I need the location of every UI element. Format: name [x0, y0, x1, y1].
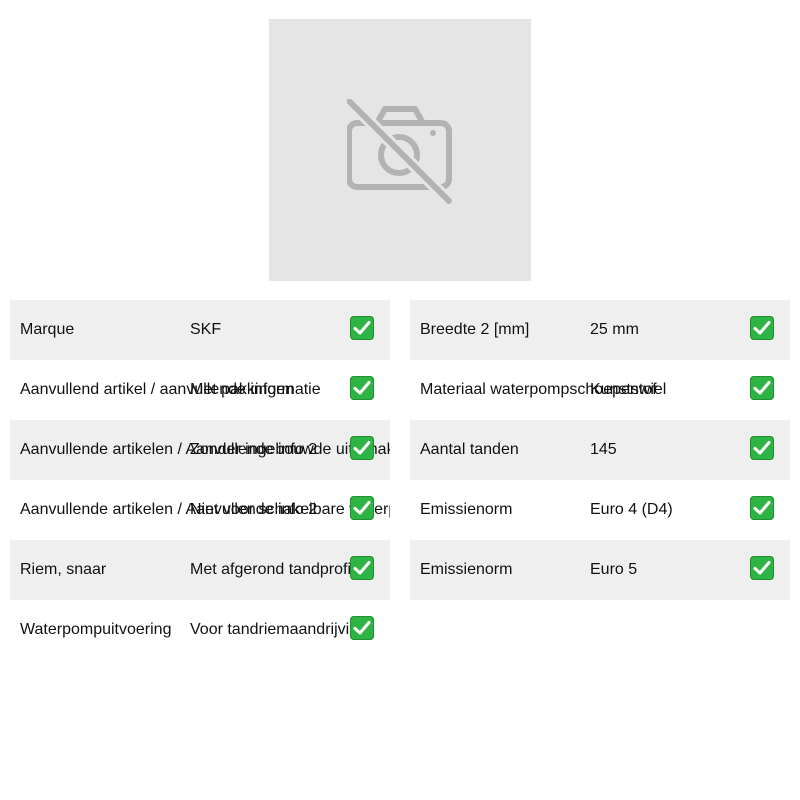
product-image-placeholder: [269, 19, 531, 281]
spec-label: Waterpompuitvoering: [20, 621, 172, 638]
spec-label: Breedte 2 [mm]: [420, 321, 530, 338]
spec-row: Riem, snaar Met afgerond tandprofiel: [10, 540, 390, 600]
spec-row: Emissienorm Euro 4 (D4): [410, 480, 790, 540]
check-mark-icon: [350, 436, 374, 460]
check-mark-icon: [750, 496, 774, 520]
spec-row: Emissienorm Euro 5: [410, 540, 790, 600]
spec-value: SKF: [190, 321, 222, 338]
spec-label: Riem, snaar: [20, 561, 107, 578]
spec-row: Aantal tanden 145: [410, 420, 790, 480]
spec-row: Waterpompuitvoering Voor tandriemaandrij…: [10, 600, 390, 660]
spec-value: Euro 4 (D4): [590, 501, 673, 518]
check-mark-icon: [350, 316, 374, 340]
check-mark-icon: [750, 376, 774, 400]
product-spec-page: Marque SKF Aanvullend artikel / aanvulle…: [0, 0, 800, 800]
spec-value: Met pakkingen: [190, 381, 295, 398]
check-mark-icon: [350, 376, 374, 400]
spec-label: Emissienorm: [420, 561, 513, 578]
spec-row: Aanvullend artikel / aanvullende informa…: [10, 360, 390, 420]
spec-value: 145: [590, 441, 617, 458]
check-mark-icon: [350, 496, 374, 520]
check-mark-icon: [750, 316, 774, 340]
spec-value: Voor tandriemaandrijving: [190, 621, 367, 638]
spec-value: 25 mm: [590, 321, 639, 338]
check-mark-icon: [350, 616, 374, 640]
spec-label: Aantal tanden: [420, 441, 519, 458]
check-mark-icon: [350, 556, 374, 580]
spec-row: Aanvullende artikelen / Aanvullende info…: [10, 480, 390, 540]
spec-row: Aanvullende artikelen / Aanvullende info…: [10, 420, 390, 480]
specs-table-left: Marque SKF Aanvullend artikel / aanvulle…: [10, 300, 390, 660]
spec-value: Euro 5: [590, 561, 638, 578]
spec-value: Met afgerond tandprofiel: [190, 561, 364, 578]
check-mark-icon: [750, 556, 774, 580]
spec-value: Kunststof: [590, 381, 657, 398]
spec-row: Materiaal waterpompschoepenwiel Kunststo…: [410, 360, 790, 420]
spec-label: Emissienorm: [420, 501, 513, 518]
spec-row: Breedte 2 [mm] 25 mm: [410, 300, 790, 360]
specs-table-right: Breedte 2 [mm] 25 mm Materiaal waterpomp…: [410, 300, 790, 600]
spec-label: Marque: [20, 321, 75, 338]
spec-row: Marque SKF: [10, 300, 390, 360]
check-mark-icon: [750, 436, 774, 460]
no-photo-camera-icon: [347, 99, 453, 205]
